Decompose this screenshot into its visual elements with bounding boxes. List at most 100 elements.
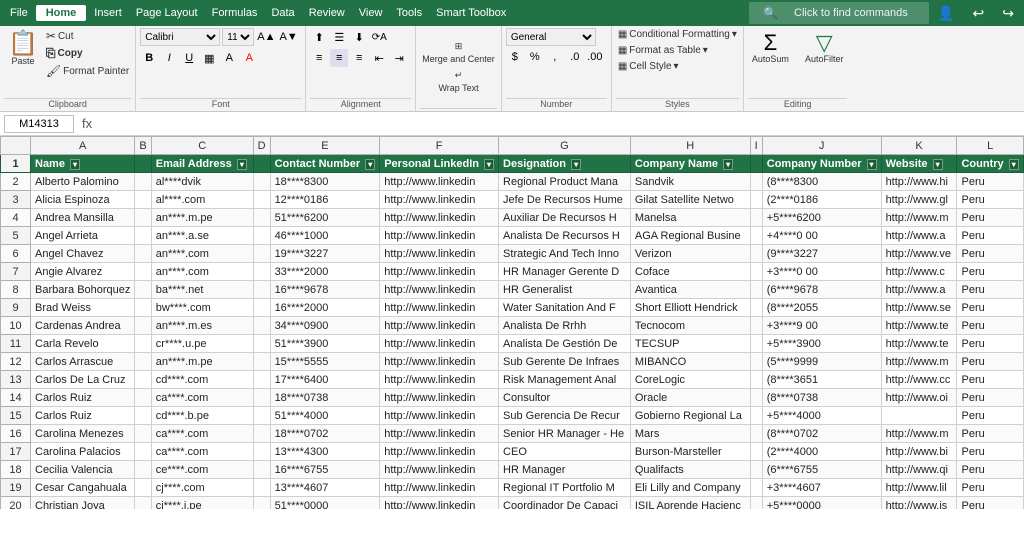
table-cell[interactable]: [750, 173, 762, 191]
align-bottom-button[interactable]: ⬇: [350, 28, 368, 46]
table-cell[interactable]: [750, 443, 762, 461]
table-cell[interactable]: Peru: [957, 425, 1024, 443]
table-cell[interactable]: http://www.a: [881, 281, 957, 299]
table-cell[interactable]: http://www.te: [881, 335, 957, 353]
table-cell[interactable]: http://www.m: [881, 209, 957, 227]
table-cell[interactable]: [135, 335, 151, 353]
table-cell[interactable]: an****.m.pe: [151, 209, 253, 227]
table-cell[interactable]: Barbara Bohorquez: [31, 281, 135, 299]
table-cell[interactable]: (8****2055: [762, 299, 881, 317]
data-header-cell[interactable]: Designation ▾: [499, 155, 631, 173]
table-cell[interactable]: +4****0 00: [762, 227, 881, 245]
table-cell[interactable]: http://www.linkedin: [380, 461, 499, 479]
table-cell[interactable]: http://www.te: [881, 317, 957, 335]
col-header-b[interactable]: B: [135, 137, 151, 155]
table-cell[interactable]: Peru: [957, 389, 1024, 407]
table-cell[interactable]: Qualifacts: [630, 461, 750, 479]
fill-color-button[interactable]: A: [220, 49, 238, 67]
table-cell[interactable]: Carlos Ruiz: [31, 407, 135, 425]
table-cell[interactable]: [750, 371, 762, 389]
table-cell[interactable]: an****.m.es: [151, 317, 253, 335]
copy-button[interactable]: ⎘ Copy: [44, 45, 131, 62]
table-cell[interactable]: Oracle: [630, 389, 750, 407]
table-cell[interactable]: Angel Chavez: [31, 245, 135, 263]
orientation-button[interactable]: ⟳A: [370, 28, 388, 46]
table-cell[interactable]: [135, 353, 151, 371]
table-cell[interactable]: 51****6200: [270, 209, 380, 227]
data-header-cell[interactable]: [135, 155, 151, 173]
table-cell[interactable]: cj****.i.pe: [151, 497, 253, 510]
table-cell[interactable]: [253, 245, 270, 263]
table-cell[interactable]: (8****8300: [762, 173, 881, 191]
table-cell[interactable]: al****.com: [151, 191, 253, 209]
table-cell[interactable]: Jefe De Recursos Hume: [499, 191, 631, 209]
table-cell[interactable]: http://www.se: [881, 299, 957, 317]
table-cell[interactable]: [135, 371, 151, 389]
increase-decimal-button[interactable]: .0: [566, 48, 584, 66]
table-cell[interactable]: [135, 281, 151, 299]
table-cell[interactable]: Analista De Gestión De: [499, 335, 631, 353]
table-cell[interactable]: Water Sanitation And F: [499, 299, 631, 317]
table-cell[interactable]: [135, 227, 151, 245]
table-cell[interactable]: 16****2000: [270, 299, 380, 317]
number-format-select[interactable]: General: [506, 28, 596, 46]
table-cell[interactable]: http://www.linkedin: [380, 497, 499, 510]
table-cell[interactable]: [253, 263, 270, 281]
table-cell[interactable]: 13****4300: [270, 443, 380, 461]
table-cell[interactable]: CEO: [499, 443, 631, 461]
undo-icon[interactable]: ↩: [967, 3, 991, 24]
table-cell[interactable]: [750, 389, 762, 407]
table-cell[interactable]: http://www.c: [881, 263, 957, 281]
table-cell[interactable]: http://www.bi: [881, 443, 957, 461]
search-bar[interactable]: 🔍 Click to find commands: [749, 2, 929, 24]
table-cell[interactable]: [253, 479, 270, 497]
table-cell[interactable]: Peru: [957, 497, 1024, 510]
table-cell[interactable]: 33****2000: [270, 263, 380, 281]
table-cell[interactable]: an****.m.pe: [151, 353, 253, 371]
menu-view[interactable]: View: [353, 5, 389, 21]
filter-dropdown-icon[interactable]: ▾: [723, 159, 733, 170]
table-cell[interactable]: ISIL Aprende Hacienc: [630, 497, 750, 510]
wrap-text-button[interactable]: ↵ Wrap Text: [436, 69, 480, 94]
table-cell[interactable]: +3****9 00: [762, 317, 881, 335]
table-cell[interactable]: http://www.linkedin: [380, 317, 499, 335]
col-header-h[interactable]: H: [630, 137, 750, 155]
table-cell[interactable]: http://www.linkedin: [380, 299, 499, 317]
table-cell[interactable]: Cardenas Andrea: [31, 317, 135, 335]
tab-home[interactable]: Home: [36, 5, 87, 21]
table-cell[interactable]: Senior HR Manager - He: [499, 425, 631, 443]
table-cell[interactable]: [135, 407, 151, 425]
conditional-formatting-button[interactable]: ▦ Conditional Formatting ▾: [616, 28, 739, 41]
table-cell[interactable]: TECSUP: [630, 335, 750, 353]
col-header-c[interactable]: C: [151, 137, 253, 155]
filter-dropdown-icon[interactable]: ▾: [933, 159, 943, 170]
table-cell[interactable]: +5****4000: [762, 407, 881, 425]
table-cell[interactable]: Analista De Rrhh: [499, 317, 631, 335]
table-cell[interactable]: [253, 425, 270, 443]
table-cell[interactable]: Sub Gerencia De Recur: [499, 407, 631, 425]
table-cell[interactable]: Peru: [957, 173, 1024, 191]
table-cell[interactable]: Peru: [957, 353, 1024, 371]
table-cell[interactable]: http://www.m: [881, 353, 957, 371]
table-cell[interactable]: Mars: [630, 425, 750, 443]
table-cell[interactable]: [253, 407, 270, 425]
table-cell[interactable]: Gilat Satellite Netwo: [630, 191, 750, 209]
percent-button[interactable]: %: [526, 48, 544, 66]
table-cell[interactable]: [750, 353, 762, 371]
filter-dropdown-icon[interactable]: ▾: [484, 159, 494, 170]
table-cell[interactable]: cd****.com: [151, 371, 253, 389]
table-cell[interactable]: (8****0738: [762, 389, 881, 407]
table-cell[interactable]: cd****.b.pe: [151, 407, 253, 425]
table-cell[interactable]: http://www.oi: [881, 389, 957, 407]
table-cell[interactable]: HR Manager: [499, 461, 631, 479]
table-cell[interactable]: (9****3227: [762, 245, 881, 263]
table-cell[interactable]: [253, 281, 270, 299]
table-cell[interactable]: [750, 281, 762, 299]
table-cell[interactable]: ca****.com: [151, 443, 253, 461]
table-cell[interactable]: http://www.linkedin: [380, 353, 499, 371]
table-cell[interactable]: http://www.linkedin: [380, 371, 499, 389]
table-cell[interactable]: http://www.linkedin: [380, 227, 499, 245]
table-cell[interactable]: (2****0186: [762, 191, 881, 209]
paste-button[interactable]: 📋 Paste: [4, 28, 42, 68]
align-middle-button[interactable]: ☰: [330, 28, 348, 46]
